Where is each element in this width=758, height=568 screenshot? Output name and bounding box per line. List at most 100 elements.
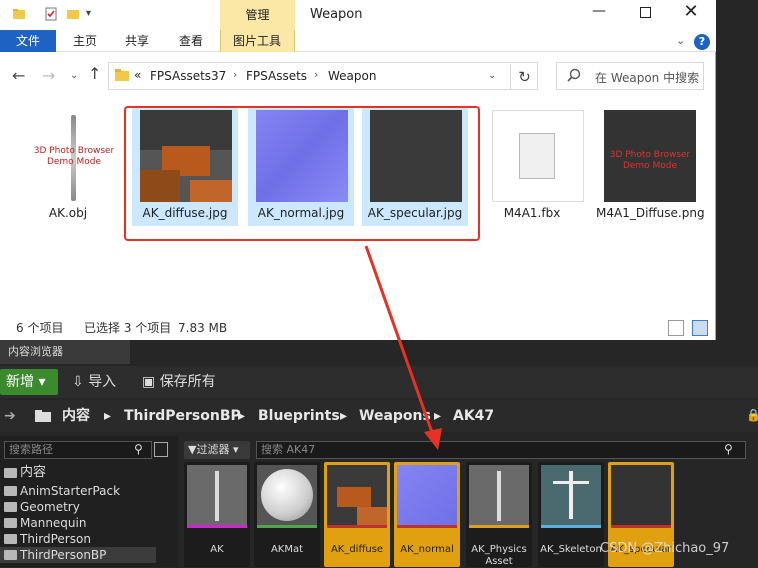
highlight-box — [124, 106, 480, 241]
tab-file[interactable]: 文件 — [0, 30, 56, 52]
asset-type-bar — [397, 525, 457, 528]
tab-content-browser[interactable]: 内容浏览器 — [0, 340, 130, 364]
breadcrumb-item[interactable]: 内容 — [62, 404, 90, 428]
asset-type-bar — [469, 525, 529, 528]
asset-thumbnail — [397, 465, 457, 525]
help-icon[interactable]: ? — [694, 34, 710, 50]
tree-item-label: 内容 — [20, 465, 47, 480]
save-icon: ▣ — [142, 374, 156, 390]
breadcrumb-item[interactable]: Weapons — [359, 404, 431, 428]
save-all-label: 保存所有 — [159, 374, 216, 390]
address-overflow[interactable]: « — [134, 68, 141, 82]
window-title: Weapon — [310, 7, 363, 22]
file-item[interactable]: 3D Photo Browser Demo Mode M4A1_Diffuse.… — [596, 108, 705, 221]
tree-item[interactable]: ThirdPerson — [0, 531, 156, 547]
recent-locations-icon[interactable]: ⌄ — [70, 70, 78, 81]
up-arrow-icon[interactable]: ↑ — [88, 64, 101, 83]
folder-icon — [35, 410, 51, 422]
asset-name: AK_normal — [400, 544, 454, 555]
import-button[interactable]: ⇩ 导入 — [72, 369, 116, 395]
watermark-text: CSDN @Zhichao_97 — [600, 541, 730, 556]
tree-item-content[interactable]: 内容 — [0, 465, 156, 481]
quick-access-dropdown-icon[interactable]: ▾ — [86, 8, 91, 19]
chevron-right-icon: › — [314, 68, 319, 81]
file-name: M4A1_Diffuse.png — [596, 206, 705, 220]
folder-icon — [4, 550, 17, 560]
selected-count: 已选择 3 个项目 — [84, 321, 172, 335]
chevron-down-icon[interactable]: ⌄ — [676, 34, 685, 47]
file-item[interactable]: 3D Photo Browser Demo Mode AK.obj — [20, 108, 116, 221]
asset-tile[interactable]: AK_Physics Asset — [466, 462, 532, 567]
tree-item-label: Mannequin — [20, 516, 87, 530]
chevron-right-icon: › — [233, 68, 238, 81]
file-item[interactable]: M4A1.fbx — [484, 108, 584, 221]
tab-view[interactable]: 查看 — [170, 30, 212, 52]
breadcrumb-item[interactable]: FPSAssets — [246, 69, 307, 83]
filters-button[interactable]: ▼过滤器 ▾ — [184, 441, 250, 459]
chevron-right-icon: ▸ — [434, 408, 442, 424]
selected-size: 7.83 MB — [178, 321, 228, 335]
address-dropdown-icon[interactable]: ⌄ — [488, 70, 496, 81]
asset-thumbnail — [611, 465, 671, 525]
file-thumbnail: 3D Photo Browser Demo Mode — [28, 110, 120, 202]
asset-tile[interactable]: AK_Skeleton — [538, 462, 604, 567]
asset-type-bar — [541, 525, 601, 528]
breadcrumb-item[interactable]: FPSAssets37 — [150, 69, 226, 83]
tree-item-selected[interactable]: ThirdPersonBP — [0, 547, 156, 563]
chevron-right-icon: ▸ — [340, 408, 348, 424]
tab-picture-tools[interactable]: 图片工具 — [222, 30, 292, 52]
refresh-icon[interactable]: ↻ — [510, 64, 538, 90]
back-arrow-icon[interactable]: ← — [12, 66, 25, 85]
view-options-icon[interactable] — [154, 442, 168, 457]
breadcrumb-item[interactable]: Blueprints — [258, 404, 340, 428]
add-new-button[interactable]: 新增 ▾ — [0, 369, 58, 395]
save-all-button[interactable]: ▣ 保存所有 — [142, 369, 216, 395]
asset-tile-selected[interactable]: AK_normal — [394, 462, 460, 567]
generic-file-icon — [492, 110, 584, 202]
file-name: M4A1.fbx — [503, 206, 561, 220]
new-folder-icon[interactable] — [66, 7, 80, 21]
lock-icon[interactable]: 🔒 — [746, 408, 758, 422]
asset-thumbnail — [257, 465, 317, 525]
maximize-button[interactable] — [632, 4, 658, 22]
asset-name: AKMat — [270, 544, 304, 555]
asset-name: AK — [210, 544, 224, 555]
tab-home[interactable]: 主页 — [64, 30, 106, 52]
properties-icon[interactable] — [44, 7, 58, 21]
chevron-right-icon: ▸ — [238, 408, 246, 424]
search-icon: ⚲ — [724, 442, 733, 456]
tree-item-label: Geometry — [20, 500, 80, 514]
asset-tile-selected[interactable]: AK_diffuse — [324, 462, 390, 567]
path-search-input[interactable]: 搜索路径 — [4, 441, 152, 459]
close-button[interactable]: ✕ — [678, 1, 704, 22]
folder-icon — [4, 468, 17, 478]
folder-icon[interactable] — [12, 7, 26, 21]
import-icon: ⇩ — [72, 374, 84, 390]
asset-search-input[interactable]: 搜索 AK47 — [256, 441, 746, 459]
add-new-label: 新增 — [6, 374, 34, 390]
tree-item[interactable]: Geometry — [0, 499, 156, 515]
tree-item[interactable]: AnimStarterPack — [0, 483, 156, 499]
breadcrumb-item[interactable]: AK47 — [453, 404, 494, 428]
large-icons-view-icon[interactable] — [692, 320, 708, 336]
search-icon: ⚲ — [134, 442, 143, 456]
breadcrumb-item[interactable]: Weapon — [328, 69, 376, 83]
filters-label: 过滤器 — [196, 443, 230, 456]
breadcrumb-item[interactable]: ThirdPersonBP — [124, 404, 241, 428]
chevron-right-icon: ▸ — [104, 408, 112, 424]
status-bar: 6 个项目 已选择 3 个项目 7.83 MB — [0, 316, 716, 340]
details-view-icon[interactable] — [668, 320, 684, 336]
asset-tile[interactable]: AKMat — [254, 462, 320, 567]
ribbon-tabs — [0, 30, 716, 52]
tab-share[interactable]: 共享 — [116, 30, 158, 52]
forward-arrow-icon[interactable]: → — [42, 66, 55, 85]
history-forward-icon[interactable]: ➔ — [4, 404, 16, 428]
asset-thumbnail — [187, 465, 247, 525]
asset-thumbnail — [327, 465, 387, 525]
asset-tile[interactable]: AK — [184, 462, 250, 567]
tree-item[interactable]: Mannequin — [0, 515, 156, 531]
minimize-button[interactable]: — — [586, 3, 612, 19]
context-tab-manage[interactable]: 管理 — [220, 0, 295, 30]
folder-icon — [4, 486, 17, 496]
asset-thumbnail — [541, 465, 601, 525]
